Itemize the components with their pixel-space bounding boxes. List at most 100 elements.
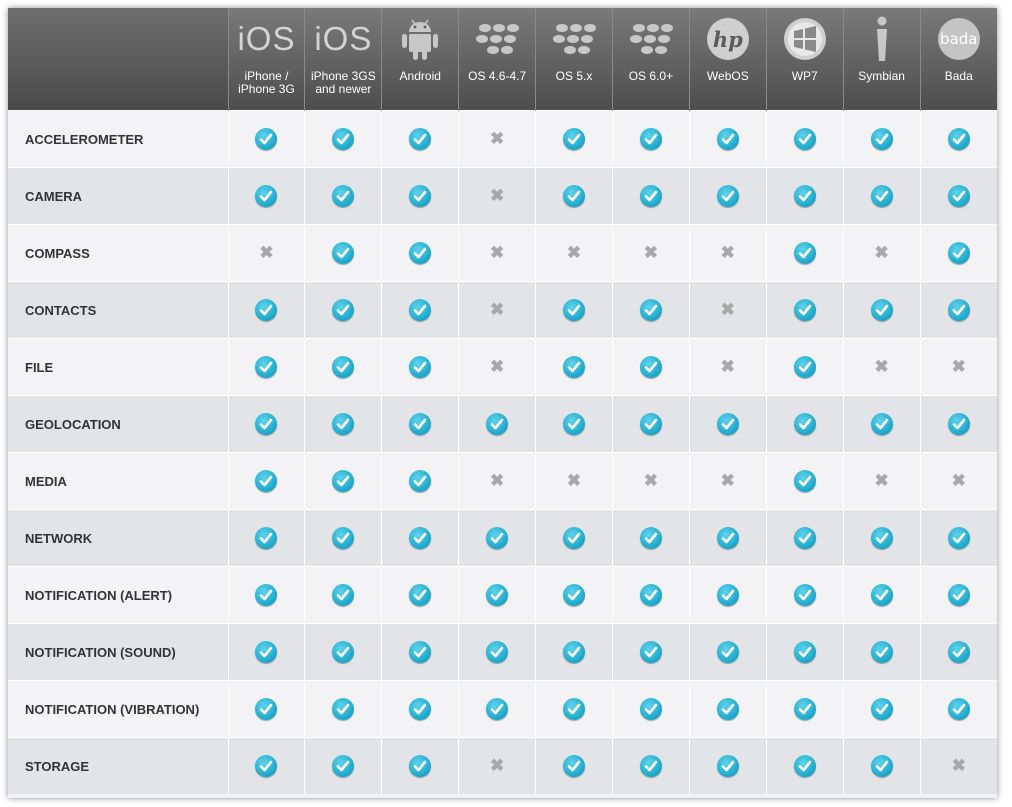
- platform-label: Bada: [944, 69, 973, 83]
- support-cell: ✖: [611, 452, 690, 510]
- check-icon: [639, 641, 662, 663]
- check-icon: [409, 755, 432, 777]
- cross-icon: ✖: [490, 129, 505, 149]
- support-cell: [227, 509, 305, 567]
- check-icon: [639, 698, 662, 720]
- check-icon: [563, 641, 586, 663]
- support-cell: [688, 680, 767, 738]
- cross-icon: ✖: [490, 756, 505, 776]
- check-icon: [332, 413, 355, 435]
- feature-name: CAMERA: [8, 167, 229, 225]
- support-cell: ✖: [842, 224, 921, 282]
- check-icon: [870, 527, 893, 549]
- check-icon: [947, 527, 970, 549]
- feature-name: FILE: [8, 338, 229, 396]
- check-icon: [639, 584, 662, 606]
- support-cell: [919, 566, 997, 624]
- support-cell: [381, 737, 459, 794]
- cross-icon: ✖: [874, 243, 889, 263]
- bada-logo-icon: bada: [921, 8, 997, 70]
- check-icon: [716, 698, 739, 720]
- check-icon: [870, 641, 893, 663]
- check-icon: [563, 527, 586, 549]
- check-icon: [563, 128, 586, 150]
- check-icon: [947, 185, 970, 207]
- support-cell: ✖: [688, 452, 767, 510]
- support-cell: ✖: [688, 281, 767, 339]
- cross-icon: ✖: [259, 243, 274, 263]
- check-icon: [947, 584, 970, 606]
- support-cell: [227, 167, 305, 225]
- check-icon: [947, 242, 970, 264]
- support-cell: [919, 623, 997, 681]
- check-icon: [793, 527, 816, 549]
- check-icon: [486, 584, 509, 606]
- support-cell: [765, 680, 844, 738]
- cross-icon: ✖: [490, 471, 505, 491]
- cross-icon: ✖: [643, 471, 659, 491]
- platform-header-row: iOS iPhone / iPhone 3G iOS iPhone 3GS and n…: [8, 8, 997, 111]
- check-icon: [409, 356, 432, 378]
- support-cell: [381, 395, 459, 453]
- check-icon: [639, 128, 662, 150]
- cross-icon: ✖: [951, 756, 966, 776]
- check-icon: [716, 185, 739, 207]
- feature-name: CONTACTS: [8, 281, 229, 339]
- table-row: CAMERA ✖: [8, 167, 997, 225]
- check-icon: [255, 470, 278, 492]
- blackberry-logo-icon: [536, 8, 612, 70]
- check-icon: [409, 527, 432, 549]
- check-icon: [870, 128, 893, 150]
- cross-icon: ✖: [490, 243, 505, 263]
- support-cell: [765, 566, 844, 624]
- check-icon: [793, 242, 816, 264]
- cross-icon: ✖: [720, 471, 735, 491]
- support-cell: [304, 224, 382, 282]
- check-icon: [255, 128, 278, 150]
- feature-name: STORAGE: [8, 737, 229, 794]
- support-cell: ✖: [842, 338, 921, 396]
- support-cell: [227, 395, 305, 453]
- support-cell: [458, 395, 536, 453]
- support-cell: [611, 167, 690, 225]
- support-cell: [227, 623, 305, 681]
- check-icon: [870, 299, 893, 321]
- support-cell: ✖: [458, 452, 536, 510]
- support-cell: [765, 509, 844, 567]
- platform-label: iPhone / iPhone 3G: [238, 69, 295, 96]
- support-cell: ✖: [535, 452, 613, 510]
- support-cell: [765, 224, 844, 282]
- check-icon: [870, 698, 893, 720]
- support-cell: [535, 680, 613, 738]
- check-icon: [409, 185, 432, 207]
- support-cell: ✖: [688, 224, 767, 282]
- feature-name: NETWORK: [8, 509, 229, 567]
- platform-column-header: bada Bada: [919, 8, 997, 111]
- check-icon: [793, 185, 816, 207]
- support-cell: ✖: [458, 110, 536, 168]
- support-cell: [535, 623, 613, 681]
- check-icon: [563, 299, 586, 321]
- android-logo-icon: [382, 8, 458, 70]
- support-cell: [227, 737, 305, 794]
- check-icon: [716, 527, 739, 549]
- check-icon: [639, 527, 662, 549]
- support-cell: [535, 737, 613, 794]
- check-icon: [332, 242, 355, 264]
- support-cell: [919, 395, 997, 453]
- check-icon: [255, 185, 278, 207]
- support-cell: [611, 737, 690, 794]
- platform-label: iPhone 3GS and newer: [310, 69, 376, 96]
- feature-rows: ACCELEROMETER ✖ CAMERA ✖ COMPASS ✖ ✖ ✖ ✖ ✖ ✖ CONTAC…: [8, 110, 997, 794]
- check-icon: [870, 413, 893, 435]
- check-icon: [332, 128, 355, 150]
- support-cell: [304, 737, 382, 794]
- platform-column-header: iOS iPhone / iPhone 3G: [227, 8, 305, 111]
- feature-name: ACCELEROMETER: [8, 110, 229, 168]
- support-cell: [381, 110, 459, 168]
- check-icon: [563, 698, 586, 720]
- support-cell: [458, 680, 536, 738]
- check-icon: [563, 584, 586, 606]
- platform-column-header: OS 5.x: [535, 8, 613, 111]
- support-cell: ✖: [611, 224, 690, 282]
